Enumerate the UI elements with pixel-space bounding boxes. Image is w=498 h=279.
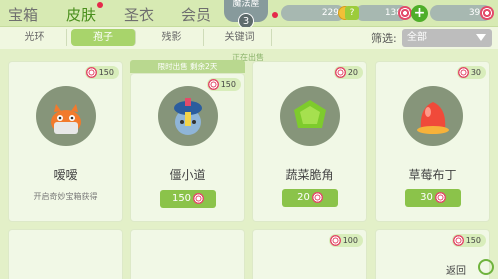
subtab-afterimage[interactable]: 残影 xyxy=(140,29,204,46)
green-jelly-icon xyxy=(294,100,326,128)
candy-icon xyxy=(398,6,412,20)
buy-price: 150 xyxy=(171,193,192,204)
add-currency-button[interactable]: + xyxy=(411,5,428,22)
price-value: 150 xyxy=(98,68,114,77)
ticket-icon: ? xyxy=(345,6,359,20)
skin-preview xyxy=(403,86,463,146)
subtab-halo[interactable]: 光环 xyxy=(3,29,67,46)
skin-card-row2[interactable]: 150 xyxy=(375,229,490,279)
price-tag: 30 xyxy=(456,66,486,79)
limited-sale-banner: 限时出售 剩余2天 xyxy=(130,60,245,73)
candy-icon-2 xyxy=(480,6,494,20)
price-value: 100 xyxy=(342,236,358,245)
tab-skins[interactable]: 皮肤 xyxy=(66,4,96,25)
coins-value: 229 xyxy=(321,8,339,18)
skin-card-aiai[interactable]: 150 嗳嗳 开启奇妙宝箱获得 xyxy=(8,61,123,222)
price-tag: 150 xyxy=(451,234,486,247)
price-value: 30 xyxy=(470,68,481,77)
price-tag: 100 xyxy=(328,234,363,247)
skin-preview xyxy=(280,86,340,146)
buy-button[interactable]: 150 xyxy=(160,190,216,208)
subtab-keyword[interactable]: 关键词 xyxy=(208,29,272,46)
candy-icon xyxy=(434,191,446,203)
candy-icon xyxy=(452,235,464,246)
buy-price: 30 xyxy=(420,192,433,203)
price-value: 150 xyxy=(220,80,236,89)
candy-icon xyxy=(193,192,205,204)
price-value: 20 xyxy=(347,68,358,77)
price-tag: 20 xyxy=(333,66,363,79)
level-badge xyxy=(272,12,278,18)
skin-card-row2[interactable]: 100 xyxy=(252,229,367,279)
tab-holy-outfit[interactable]: 圣衣 xyxy=(124,4,154,25)
back-icon[interactable] xyxy=(478,259,494,275)
skin-card-strawberry-pudding[interactable]: 30 草莓布丁 30 xyxy=(375,61,490,222)
skin-name: 嗳嗳 xyxy=(53,168,78,182)
candy-icon xyxy=(85,67,97,78)
skin-name: 僵小道 xyxy=(169,168,206,182)
price-value: 150 xyxy=(465,236,481,245)
price-tag: 150 xyxy=(84,66,119,79)
buy-price: 20 xyxy=(297,192,310,203)
candy-icon xyxy=(457,67,469,78)
buy-button[interactable]: 20 xyxy=(282,189,338,207)
candy-icon xyxy=(311,191,323,203)
skin-preview xyxy=(36,86,96,146)
tab-membership[interactable]: 会员 xyxy=(181,4,211,25)
pudding-icon xyxy=(417,102,449,134)
filter-select[interactable]: 全部 xyxy=(402,29,492,47)
zombie-priest-icon xyxy=(174,98,202,135)
filter-label: 筛选: xyxy=(371,32,397,45)
subtab-spore[interactable]: 孢子 xyxy=(71,29,136,46)
candy-icon xyxy=(334,67,346,78)
cat-cup-icon xyxy=(51,104,81,134)
skins-badge xyxy=(97,2,103,8)
tab-treasure-chest[interactable]: 宝箱 xyxy=(8,4,38,25)
coins-counter: 229 xyxy=(281,5,345,21)
candy-icon xyxy=(329,235,341,246)
filter-value: 全部 xyxy=(407,32,427,43)
back-button-label[interactable]: 返回 xyxy=(446,262,466,277)
level-label: 魔法屋 xyxy=(232,0,260,9)
skin-card-jiangxiaodao[interactable]: 150 僵小道 150 xyxy=(130,73,245,222)
skin-name: 草莓布丁 xyxy=(408,168,457,182)
obtain-hint: 开启奇妙宝箱获得 xyxy=(33,192,98,201)
skin-card-row2[interactable] xyxy=(130,229,245,279)
skin-card-veggie-crisp[interactable]: 20 蔬菜脆角 20 xyxy=(252,61,367,222)
chevron-down-icon xyxy=(476,34,486,41)
skin-name: 蔬菜脆角 xyxy=(285,168,334,182)
buy-button[interactable]: 30 xyxy=(405,189,461,207)
skin-preview xyxy=(158,86,218,146)
skin-card-row2[interactable] xyxy=(8,229,123,279)
